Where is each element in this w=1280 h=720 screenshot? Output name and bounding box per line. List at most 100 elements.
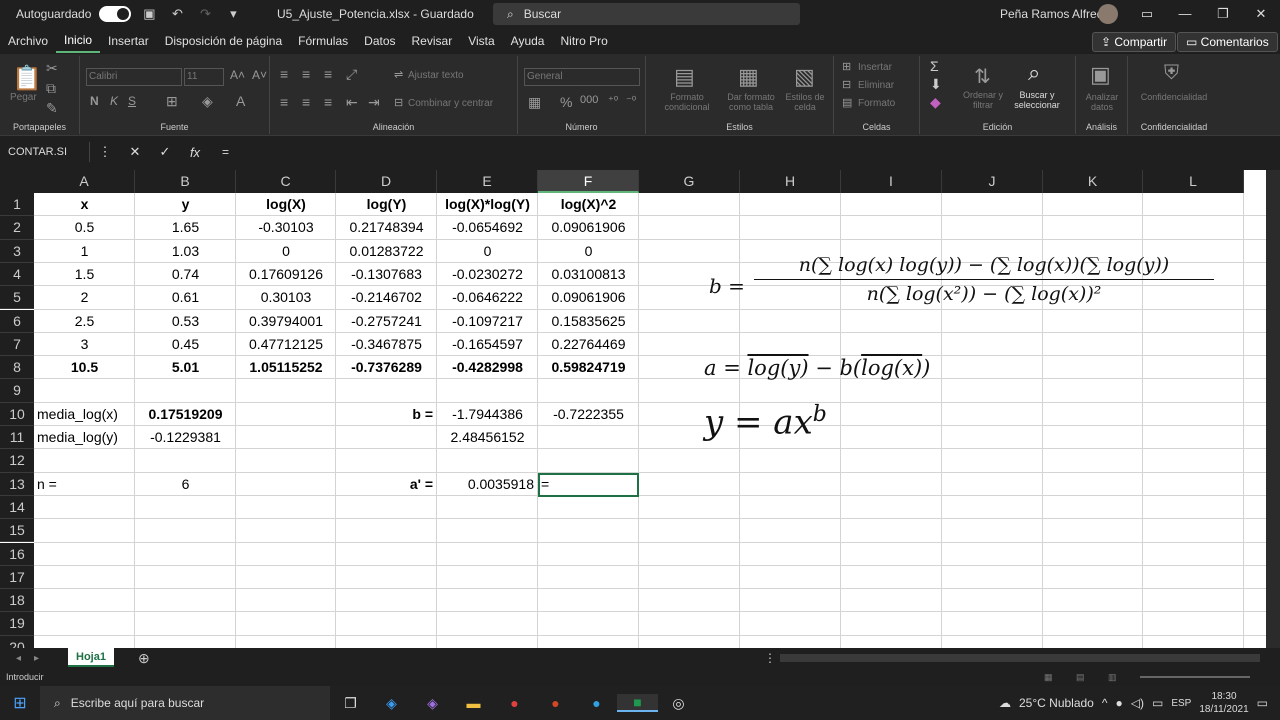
cell-c2[interactable]: -0.30103 [236,216,336,239]
row-header-5[interactable]: 5 [0,286,34,310]
table-header-c[interactable]: log(X) [236,193,336,216]
percent-icon[interactable]: % [560,94,572,110]
accounting-format-icon[interactable]: ▦ [528,94,541,111]
active-cell-selection[interactable] [538,472,639,497]
bold-icon[interactable]: N [90,94,99,108]
task-view-icon[interactable]: ❐ [330,695,371,712]
total-cell-d[interactable]: -0.7376289 [336,356,437,379]
cell-a3[interactable]: 1 [34,240,135,263]
cell-b7[interactable]: 0.45 [135,333,236,356]
worksheet-grid[interactable]: A B C D E F G H I J K L 1 2 3 4 5 6 7 8 9 10 11 12 13 14 15 16 17 18 1… [0,170,1266,648]
row-header-17[interactable]: 17 [0,565,34,590]
network-icon[interactable]: ▭ [1152,696,1163,710]
menu-disposicion-de-pagina[interactable]: Disposición de página [157,28,290,54]
column-header-g[interactable]: G [639,170,740,193]
number-format-select[interactable]: General [524,68,640,86]
minimize-icon[interactable]: — [1166,0,1204,28]
table-format-button[interactable]: Dar formato como tabla [716,92,786,112]
cell-d2[interactable]: 0.21748394 [336,216,437,239]
menu-nitro-pro[interactable]: Nitro Pro [552,28,615,54]
cell-f3[interactable]: 0 [538,240,639,263]
edge-icon[interactable]: ● [576,695,617,711]
cell-d4[interactable]: -0.1307683 [336,263,437,286]
clock[interactable]: 18:30 18/11/2021 [1199,690,1248,716]
paste-label[interactable]: Pegar [10,92,37,103]
undo-icon[interactable]: ↶ [167,6,187,22]
close-icon[interactable]: ✕ [1242,0,1280,28]
table-header-d[interactable]: log(Y) [336,193,437,216]
merge-center-button[interactable]: Combinar y centrar [408,98,493,109]
cell-c3[interactable]: 0 [236,240,336,263]
weather-text[interactable]: 25°C Nublado [1019,696,1094,710]
row-header-11[interactable]: 11 [0,426,34,450]
row-header-6[interactable]: 6 [0,309,34,333]
name-box[interactable]: CONTAR.SI [0,142,90,162]
row-header-18[interactable]: 18 [0,589,34,613]
cell-b2[interactable]: 1.65 [135,216,236,239]
cell-a10[interactable]: media_log(x) [34,403,135,426]
row-header-1[interactable]: 1 [0,193,34,217]
save-icon[interactable]: ▣ [139,6,159,22]
insert-cells-icon[interactable]: ⊞ [842,60,851,73]
row-header-12[interactable]: 12 [0,449,34,473]
cell-e4[interactable]: -0.0230272 [437,263,538,286]
format-painter-icon[interactable]: ✎ [46,100,58,117]
row-header-9[interactable]: 9 [0,379,34,403]
taskbar-search[interactable]: ⌕ Escribe aquí para buscar [40,686,330,720]
cell-d10[interactable]: b = [336,403,437,426]
vertical-scrollbar[interactable] [1266,170,1280,648]
cell-d13[interactable]: a' = [336,473,437,496]
decrease-decimal-icon[interactable]: ⁻⁰ [626,94,636,107]
next-sheet-icon[interactable]: ▸ [34,653,39,664]
italic-icon[interactable]: K [110,94,118,108]
weather-icon[interactable]: ☁ [999,696,1011,710]
cancel-icon[interactable]: ✕ [120,144,150,160]
find-select-icon[interactable]: ⌕ [1028,60,1040,86]
cell-f5[interactable]: 0.09061906 [538,286,639,309]
cell-e10[interactable]: -1.7944386 [437,403,538,426]
cell-a2[interactable]: 0.5 [34,216,135,239]
redo-icon[interactable]: ↷ [195,6,215,22]
share-button[interactable]: ⇪ Compartir [1092,32,1177,52]
cell-d6[interactable]: -0.2757241 [336,310,437,333]
column-header-h[interactable]: H [740,170,841,193]
formula-input[interactable]: = [210,145,229,159]
cell-styles-icon[interactable]: ▧ [794,64,815,90]
zoom-slider[interactable] [1140,676,1250,678]
b-formula-lhs-wrap[interactable]: b = [709,274,745,298]
menu-revisar[interactable]: Revisar [404,28,461,54]
increase-indent-icon[interactable]: ⇥ [368,94,380,111]
row-header-20[interactable]: 20 [0,635,34,648]
underline-icon[interactable]: S [128,94,136,108]
row-header-19[interactable]: 19 [0,612,34,636]
cell-a13[interactable]: n = [34,473,135,496]
orientation-icon[interactable]: ⤢ [346,66,357,83]
shrink-font-icon[interactable]: A˅ [252,68,267,82]
font-color-icon[interactable]: A [236,93,245,109]
cell-c6[interactable]: 0.39794001 [236,310,336,333]
column-header-d[interactable]: D [336,170,437,193]
cell-a6[interactable]: 2.5 [34,310,135,333]
borders-icon[interactable]: ⊞ [166,93,178,110]
table-header-b[interactable]: y [135,193,236,216]
delete-cells-icon[interactable]: ⊟ [842,78,851,91]
normal-view-icon[interactable]: ▦ [1044,668,1053,686]
align-middle-icon[interactable]: ≡ [302,66,310,82]
cell-a11[interactable]: media_log(y) [34,426,135,449]
align-left-icon[interactable]: ≡ [280,94,288,110]
vscode-icon[interactable]: ◈ [371,695,412,712]
wrap-text-button[interactable]: Ajustar texto [408,70,464,81]
wrap-text-icon[interactable]: ⇌ [394,68,403,81]
cell-f4[interactable]: 0.03100813 [538,263,639,286]
align-center-icon[interactable]: ≡ [302,94,310,110]
align-bottom-icon[interactable]: ≡ [324,66,332,82]
mic-icon[interactable]: ● [1116,696,1123,710]
ribbon-display-icon[interactable]: ▭ [1128,0,1166,28]
notifications-icon[interactable]: ▭ [1257,696,1268,710]
fill-color-icon[interactable]: ◈ [202,93,213,110]
enter-icon[interactable]: ✓ [150,144,180,160]
grow-font-icon[interactable]: A˄ [230,68,245,82]
cell-c4[interactable]: 0.17609126 [236,263,336,286]
total-cell-c[interactable]: 1.05115252 [236,356,336,379]
delete-cells-button[interactable]: Eliminar [858,80,894,91]
